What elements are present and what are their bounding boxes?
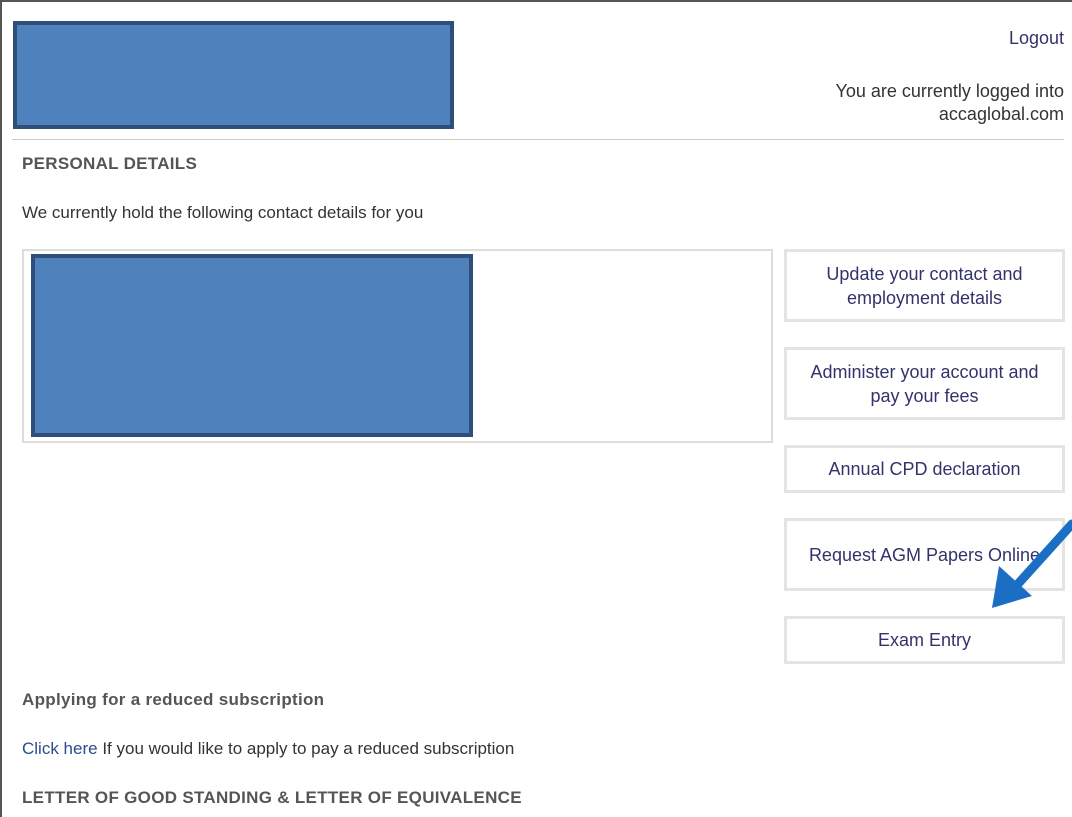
contact-intro-text: We currently hold the following contact …	[22, 203, 424, 222]
letter-of-good-standing-heading: LETTER OF GOOD STANDING & LETTER OF EQUI…	[22, 788, 522, 807]
reduced-subscription-heading: Applying for a reduced subscription	[22, 690, 325, 709]
reduced-subscription-description: If you would like to apply to pay a redu…	[97, 739, 515, 758]
request-agm-papers-button[interactable]: Request AGM Papers Online	[784, 518, 1065, 591]
update-contact-details-button[interactable]: Update your contact and employment detai…	[784, 249, 1065, 322]
exam-entry-button[interactable]: Exam Entry	[784, 616, 1065, 664]
annual-cpd-declaration-button[interactable]: Annual CPD declaration	[784, 445, 1065, 493]
reduced-subscription-text: Click here If you would like to apply to…	[22, 739, 514, 759]
login-status-text: You are currently logged into accaglobal…	[835, 81, 1065, 124]
administer-account-button[interactable]: Administer your account and pay your fee…	[784, 347, 1065, 420]
redacted-contact-details	[31, 254, 473, 437]
section-heading-personal-details: PERSONAL DETAILS	[22, 154, 198, 173]
header-divider	[12, 139, 1064, 140]
reduced-subscription-link[interactable]: Click here	[22, 739, 98, 758]
logout-link[interactable]: Logout	[1009, 28, 1064, 49]
redacted-logo	[13, 21, 454, 129]
